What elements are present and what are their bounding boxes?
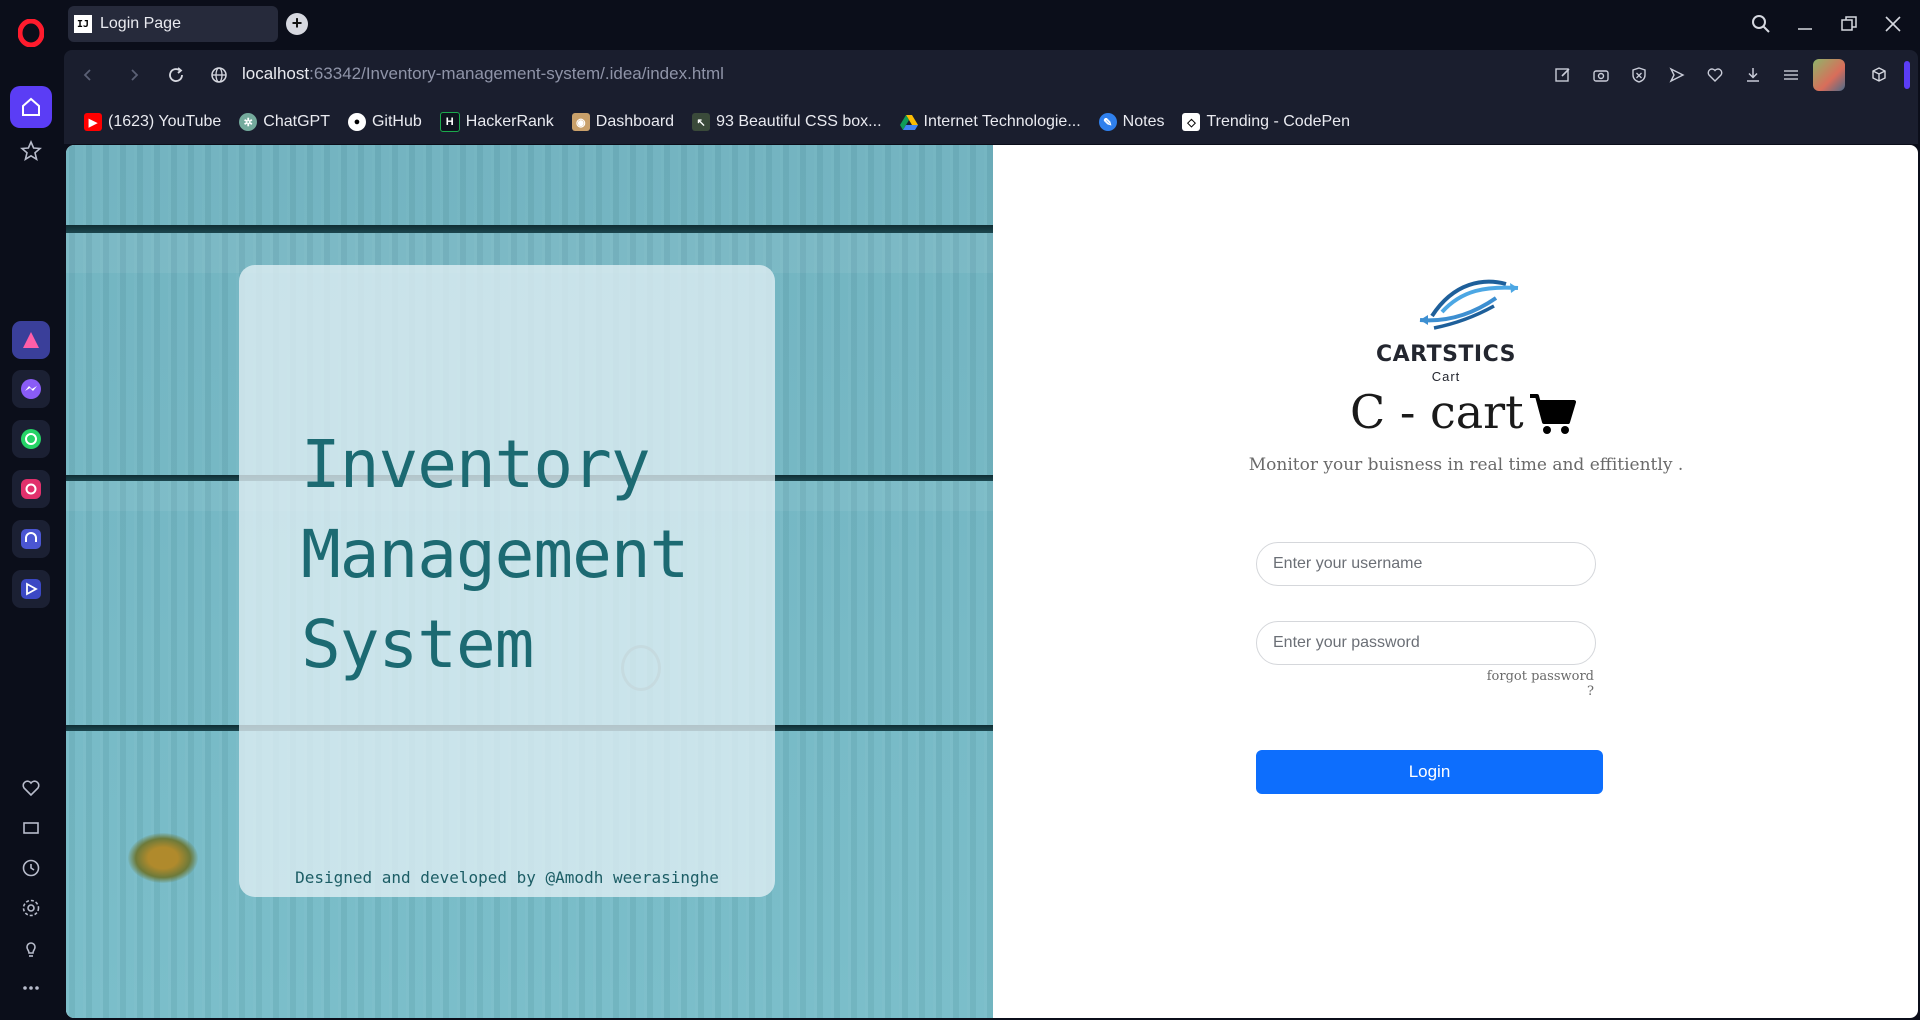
whatsapp-icon[interactable]	[12, 420, 50, 458]
inventory-management-title: Inventory Management System	[301, 420, 761, 690]
bookmarks-bar: ▶ (1623) YouTube ✲ ChatGPT ● GitHub H Ha…	[64, 100, 1918, 144]
profile-avatar[interactable]	[1813, 59, 1845, 91]
title-line: Management	[301, 516, 689, 593]
bookmark-github[interactable]: ● GitHub	[347, 113, 422, 131]
tagline: Monitor your buisness in real time and e…	[1248, 455, 1684, 475]
settings-gear-icon[interactable]	[10, 887, 52, 929]
site-info-globe-icon[interactable]	[207, 63, 231, 87]
password-input[interactable]	[1256, 621, 1596, 665]
bookmark-dashboard[interactable]: ◉ Dashboard	[571, 113, 675, 131]
forgot-password-link[interactable]: forgot password ?	[1486, 669, 1594, 699]
music-player-icon[interactable]	[12, 520, 50, 558]
title-line: Inventory	[301, 426, 651, 503]
bookmark-label: (1623) YouTube	[108, 113, 222, 130]
bookmark-label: Notes	[1122, 113, 1165, 130]
bookmark-codepen[interactable]: ◇ Trending - CodePen	[1182, 113, 1350, 131]
player-icon[interactable]	[12, 570, 50, 608]
brand-name: CARTSTICS	[1375, 342, 1517, 367]
css-box-icon: ↖	[692, 113, 711, 131]
back-arrow-icon[interactable]	[76, 63, 100, 87]
new-tab-plus-icon[interactable]: +	[286, 13, 308, 35]
youtube-icon: ▶	[84, 113, 102, 131]
bookmark-label: Trending - CodePen	[1206, 113, 1350, 130]
github-icon: ●	[347, 113, 366, 131]
history-clock-icon[interactable]	[10, 847, 52, 889]
download-icon[interactable]	[1741, 63, 1765, 87]
hackerrank-icon: H	[439, 112, 460, 132]
tab-login-page[interactable]: IJ Login Page	[68, 6, 278, 42]
bookmark-youtube[interactable]: ▶ (1623) YouTube	[84, 113, 221, 131]
tab-title: Login Page	[100, 15, 181, 32]
google-drive-icon	[899, 113, 918, 131]
adblock-shield-icon[interactable]	[1627, 63, 1651, 87]
tabs-icon[interactable]	[10, 807, 52, 849]
browser-sidebar	[0, 0, 64, 1020]
camera-snapshot-icon[interactable]	[1589, 63, 1613, 87]
bookmark-internet-technologies[interactable]: Internet Technologie...	[899, 113, 1081, 131]
restore-icon[interactable]	[1835, 10, 1863, 38]
bookmark-chatgpt[interactable]: ✲ ChatGPT	[239, 113, 330, 131]
edit-icon[interactable]	[1551, 63, 1575, 87]
wood-knot	[128, 833, 198, 883]
more-dots-icon[interactable]	[10, 967, 52, 1009]
bookmark-notes[interactable]: ✎ Notes	[1098, 113, 1165, 131]
bookmark-label: ChatGPT	[263, 113, 330, 130]
tab-bar: IJ Login Page +	[64, 0, 1920, 48]
easy-setup-sliders-icon[interactable]	[1779, 63, 1803, 87]
bookmark-label: Dashboard	[595, 113, 675, 130]
username-input[interactable]	[1256, 542, 1596, 586]
sidebar-toggle-indicator[interactable]	[1904, 61, 1910, 89]
bookmark-label: GitHub	[371, 113, 422, 130]
bookmark-label: Internet Technologie...	[923, 113, 1081, 130]
dashboard-icon: ◉	[571, 113, 590, 131]
forward-arrow-icon[interactable]	[122, 63, 146, 87]
close-icon[interactable]	[1879, 10, 1907, 38]
bookmark-css-boxes[interactable]: ↖ 93 Beautiful CSS box...	[692, 113, 882, 131]
cartstics-logo-icon	[1414, 272, 1524, 339]
bookmark-label: 93 Beautiful CSS box...	[716, 113, 882, 130]
credit-text: Designed and developed by @Amodh weerasi…	[295, 868, 719, 887]
notes-icon: ✎	[1098, 113, 1117, 131]
aria-ai-icon[interactable]	[12, 321, 50, 359]
page-content: Inventory Management System Designed and…	[66, 145, 1918, 1018]
home-icon[interactable]	[10, 86, 52, 128]
plank-gap	[66, 225, 993, 233]
address-bar: localhost:63342/Inventory-management-sys…	[64, 50, 1918, 100]
extensions-cube-icon[interactable]	[1867, 63, 1891, 87]
instagram-icon[interactable]	[12, 470, 50, 508]
title-line: System	[301, 606, 534, 683]
wood-background-panel: Inventory Management System Designed and…	[66, 145, 993, 1018]
shopping-cart-icon	[1528, 392, 1576, 441]
speed-dial-star-icon[interactable]	[10, 130, 52, 172]
messenger-icon[interactable]	[12, 370, 50, 408]
minimize-icon[interactable]	[1791, 10, 1819, 38]
send-flow-icon[interactable]	[1665, 63, 1689, 87]
codepen-icon: ◇	[1182, 113, 1201, 131]
title-glass-card: Inventory Management System Designed and…	[239, 265, 775, 897]
reload-icon[interactable]	[164, 63, 188, 87]
intellij-favicon-icon: IJ	[74, 15, 92, 33]
bookmark-label: HackerRank	[465, 113, 554, 130]
login-button[interactable]: Login	[1256, 750, 1603, 794]
opera-logo-icon[interactable]	[10, 12, 52, 54]
heart-icon[interactable]	[10, 767, 52, 809]
favorite-heart-icon[interactable]	[1703, 63, 1727, 87]
url-field[interactable]: localhost:63342/Inventory-management-sys…	[242, 64, 724, 84]
url-host: localhost	[242, 64, 310, 83]
bookmark-hackerrank[interactable]: H HackerRank	[439, 112, 554, 132]
search-icon[interactable]	[1747, 10, 1775, 38]
chatgpt-icon: ✲	[239, 113, 258, 131]
lightbulb-icon[interactable]	[10, 927, 52, 969]
brand-subtitle: Cart	[1431, 369, 1461, 384]
app-title: C - cart	[1350, 385, 1524, 439]
url-path: :63342/Inventory-management-system/.idea…	[309, 64, 724, 83]
